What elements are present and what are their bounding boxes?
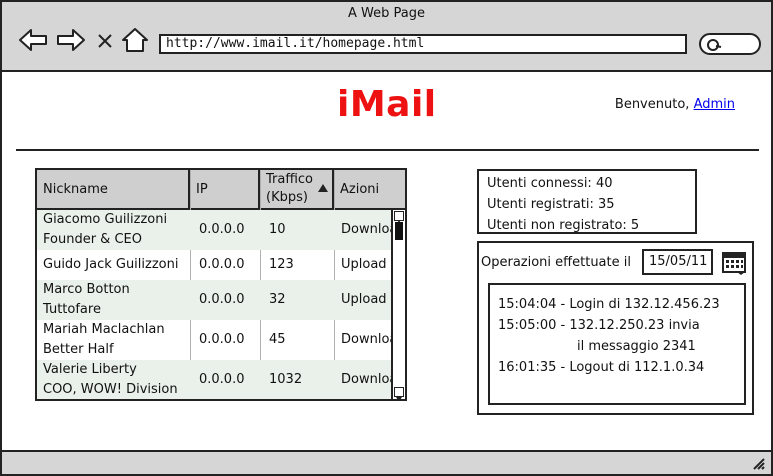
- url-input[interactable]: http://www.imail.it/homepage.html: [159, 34, 687, 54]
- home-icon[interactable]: [120, 27, 150, 53]
- search-icon: [707, 39, 722, 51]
- column-header-actions[interactable]: Azioni: [334, 170, 405, 208]
- table-row[interactable]: Valerie Liberty COO, WOW! Division 0.0.0.…: [37, 360, 393, 399]
- log-entry: 16:01:35 - Logout di 112.1.0.34: [498, 360, 705, 375]
- admin-user-link[interactable]: Admin: [694, 97, 735, 112]
- action-cell[interactable]: Download: [335, 320, 393, 360]
- action-cell[interactable]: Download: [335, 360, 393, 399]
- action-cell[interactable]: Upload: [335, 250, 393, 280]
- back-arrow-icon[interactable]: [18, 27, 48, 53]
- calendar-icon[interactable]: [722, 251, 746, 275]
- unregistered-users-stat: Utenti non registrato: 5: [487, 218, 640, 233]
- column-header-ip[interactable]: IP: [190, 170, 260, 208]
- registered-users-stat: Utenti registrati: 35: [487, 197, 615, 212]
- welcome-message: Benvenuto, Admin: [615, 97, 735, 112]
- log-entry: 15:05:00 - 132.12.250.23 invia: [498, 318, 700, 333]
- header-divider: [16, 149, 759, 151]
- user-stats-panel: Utenti connessi: 40 Utenti registrati: 3…: [477, 169, 697, 234]
- search-field[interactable]: [699, 33, 761, 55]
- nickname-cell: Giacomo Guilizzoni Founder & CEO: [43, 212, 168, 247]
- forward-arrow-icon[interactable]: [56, 27, 86, 53]
- nickname-cell: Mariah Maclachlan Better Half: [43, 322, 165, 357]
- scroll-thumb[interactable]: [395, 222, 403, 240]
- browser-window: A Web Page http://www.imail.it/homepage.…: [0, 0, 773, 476]
- scroll-up-icon[interactable]: [394, 211, 404, 225]
- users-table: Nickname IP Traffico (Kbps) Azioni Giaco…: [35, 168, 407, 401]
- table-row[interactable]: Mariah Maclachlan Better Half 0.0.0.0 45 …: [37, 320, 393, 360]
- action-cell[interactable]: Upload: [335, 280, 393, 320]
- table-header: Nickname IP Traffico (Kbps) Azioni: [37, 170, 405, 210]
- nickname-cell: Guido Jack Guilizzoni: [43, 257, 179, 272]
- traffic-cell: 45: [269, 332, 286, 347]
- traffic-cell: 1032: [269, 372, 303, 387]
- operations-panel: Operazioni effettuate il 15/05/11 15:04:…: [477, 241, 754, 415]
- log-entry: 15:04:04 - Login di 132.12.456.23: [498, 297, 720, 312]
- nickname-cell: Marco Botton Tuttofare: [43, 282, 130, 317]
- table-row[interactable]: Guido Jack Guilizzoni 0.0.0.0 123 Upload: [37, 250, 393, 280]
- operations-log: 15:04:04 - Login di 132.12.456.23 15:05:…: [488, 283, 746, 405]
- table-row[interactable]: Giacomo Guilizzoni Founder & CEO 0.0.0.0 …: [37, 210, 393, 250]
- date-input[interactable]: 15/05/11: [642, 249, 713, 275]
- column-header-nickname[interactable]: Nickname: [37, 170, 190, 208]
- status-bar: [2, 450, 771, 474]
- browser-toolbar: A Web Page http://www.imail.it/homepage.…: [2, 2, 771, 72]
- column-header-traffic[interactable]: Traffico (Kbps): [260, 170, 334, 208]
- connected-users-stat: Utenti connessi: 40: [487, 176, 613, 191]
- table-scrollbar[interactable]: [391, 210, 405, 399]
- ip-cell: 0.0.0.0: [199, 372, 245, 387]
- ip-cell: 0.0.0.0: [199, 257, 245, 272]
- action-cell[interactable]: Download: [335, 210, 393, 250]
- table-row[interactable]: Marco Botton Tuttofare 0.0.0.0 32 Upload: [37, 280, 393, 320]
- app-logo: iMail: [337, 84, 437, 125]
- welcome-label: Benvenuto,: [614, 97, 690, 112]
- traffic-cell: 123: [269, 257, 294, 272]
- operations-label: Operazioni effettuate il: [481, 255, 631, 270]
- sort-ascending-icon: [318, 184, 328, 192]
- traffic-cell: 10: [269, 222, 286, 237]
- traffic-cell: 32: [269, 292, 286, 307]
- ip-cell: 0.0.0.0: [199, 292, 245, 307]
- close-x-icon[interactable]: [94, 27, 116, 53]
- nickname-cell: Valerie Liberty COO, WOW! Division: [43, 362, 178, 397]
- scroll-down-icon[interactable]: [394, 387, 404, 399]
- log-entry-continuation: il messaggio 2341: [577, 339, 696, 354]
- window-title: A Web Page: [348, 6, 425, 21]
- ip-cell: 0.0.0.0: [199, 222, 245, 237]
- ip-cell: 0.0.0.0: [199, 332, 245, 347]
- resize-grip-icon[interactable]: [751, 456, 765, 470]
